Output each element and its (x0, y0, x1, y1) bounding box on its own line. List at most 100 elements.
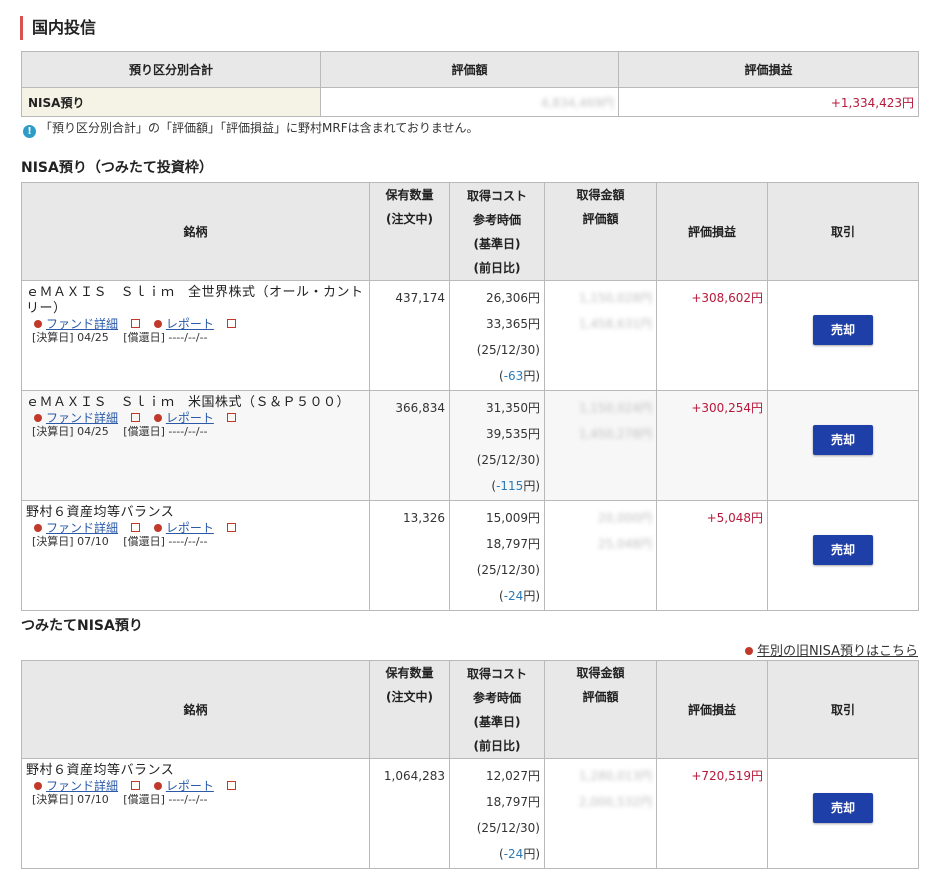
external-window-icon (131, 781, 141, 790)
acq-cost: 26,306円 (486, 291, 540, 305)
eval-amount: 2,000,532円 (578, 795, 652, 809)
fund-detail-link[interactable]: ファンド詳細 (46, 411, 118, 425)
report-link[interactable]: レポート (166, 411, 214, 425)
qty: 13,326 (369, 500, 450, 611)
day-change: (-63円) (499, 369, 540, 383)
summary-row-label: NISA預り (21, 87, 321, 117)
fund-cell: ｅＭＡＸＩＳ Ｓｌｉｍ 全世界株式（オール・カントリー） ファンド詳細 レポート… (21, 280, 370, 391)
header-qty: 保有数量 (注文中) (369, 182, 450, 281)
eval-amount: 25,048円 (598, 537, 652, 551)
day-change: (-24円) (499, 847, 540, 861)
fund-name: ｅＭＡＸＩＳ Ｓｌｉｍ 米国株式（Ｓ＆Ｐ５００） (26, 395, 351, 410)
external-window-icon (226, 781, 236, 790)
summary-note: ! 「預り区分別合計」の「評価額」「評価損益」に野村MRFは含まれておりません。 (23, 120, 479, 138)
cost-cell: 26,306円 33,365円 (25/12/30) (-63円) (449, 280, 545, 391)
header-qty: 保有数量 (注文中) (369, 660, 450, 759)
amount-cell: 1,150,028円 1,458,631円 (544, 280, 657, 391)
section-heading-tsumitate-nisa: つみたてNISA預り (21, 618, 143, 634)
fund-detail-link[interactable]: ファンド詳細 (46, 521, 118, 535)
ref-price: 18,797円 (486, 795, 540, 809)
arrow-bullet-icon (34, 782, 42, 790)
note-text: 「預り区分別合計」の「評価額」「評価損益」に野村MRFは含まれておりません。 (40, 121, 479, 135)
report-link[interactable]: レポート (166, 521, 214, 535)
summary-pl: +1,334,423円 (618, 87, 919, 117)
ref-price: 33,365円 (486, 317, 540, 331)
cost-cell: 31,350円 39,535円 (25/12/30) (-115円) (449, 390, 545, 501)
external-window-icon (131, 319, 141, 328)
fund-detail-link[interactable]: ファンド詳細 (46, 779, 118, 793)
pl: +5,048円 (656, 500, 768, 611)
acq-cost: 31,350円 (486, 401, 540, 415)
old-nisa-link[interactable]: 年別の旧NISA預りはこちら (745, 640, 918, 659)
base-date: (25/12/30) (476, 563, 540, 577)
fund-cell: 野村６資産均等バランス ファンド詳細 レポート [決算日] 07/10 [償還日… (21, 758, 370, 869)
sell-button[interactable]: 売却 (813, 425, 873, 455)
holdings-table-nisa-tsumitate: 銘柄 保有数量 (注文中) 取得コスト 参考時価 (基準日) (前日比) 取得金額 評価額… (21, 182, 919, 611)
arrow-bullet-icon (34, 524, 42, 532)
amount-cell: 1,280,013円 2,000,532円 (544, 758, 657, 869)
sell-button[interactable]: 売却 (813, 315, 873, 345)
acq-cost: 12,027円 (486, 769, 540, 783)
header-pl: 評価損益 (656, 182, 768, 281)
trade-cell: 売却 (767, 280, 919, 391)
arrow-bullet-icon (745, 647, 754, 655)
arrow-bullet-icon (34, 320, 42, 328)
day-change: (-24円) (499, 589, 540, 603)
summary-table: 預り区分別合計 評価額 評価損益 NISA預り 4,834,469円 +1,33… (21, 51, 919, 117)
external-window-icon (226, 523, 236, 532)
arrow-bullet-icon (34, 414, 42, 422)
external-window-icon (226, 413, 236, 422)
summary-header-value: 評価額 (320, 51, 619, 88)
pl: +720,519円 (656, 758, 768, 869)
pl: +300,254円 (656, 390, 768, 501)
holdings-table-tsumitate-nisa: 銘柄 保有数量 (注文中) 取得コスト 参考時価 (基準日) (前日比) 取得金額 評価額… (21, 660, 919, 869)
section-heading-nisa-tsumitate: NISA預り（つみたて投資枠） (21, 160, 213, 176)
base-date: (25/12/30) (476, 343, 540, 357)
cost-cell: 15,009円 18,797円 (25/12/30) (-24円) (449, 500, 545, 611)
trade-cell: 売却 (767, 390, 919, 501)
table-row: ｅＭＡＸＩＳ Ｓｌｉｍ 全世界株式（オール・カントリー） ファンド詳細 レポート… (21, 280, 919, 391)
ref-price: 39,535円 (486, 427, 540, 441)
qty: 1,064,283 (369, 758, 450, 869)
table-row: ｅＭＡＸＩＳ Ｓｌｉｍ 米国株式（Ｓ＆Ｐ５００） ファンド詳細 レポート [決算… (21, 390, 919, 501)
header-trade: 取引 (767, 182, 919, 281)
sell-button[interactable]: 売却 (813, 535, 873, 565)
report-link[interactable]: レポート (166, 779, 214, 793)
fund-dates: [決算日] 07/10 [償還日] ----/--/-- (32, 535, 208, 548)
fund-name: 野村６資産均等バランス (26, 505, 175, 520)
fund-name: 野村６資産均等バランス (26, 763, 175, 778)
trade-cell: 売却 (767, 500, 919, 611)
acq-amount: 1,150,024円 (578, 401, 652, 415)
arrow-bullet-icon (153, 524, 162, 532)
qty: 366,834 (369, 390, 450, 501)
fund-cell: ｅＭＡＸＩＳ Ｓｌｉｍ 米国株式（Ｓ＆Ｐ５００） ファンド詳細 レポート [決算… (21, 390, 370, 501)
page-title: 国内投信 (20, 16, 96, 40)
external-window-icon (226, 319, 236, 328)
header-pl: 評価損益 (656, 660, 768, 759)
acq-cost: 15,009円 (486, 511, 540, 525)
pl: +308,602円 (656, 280, 768, 391)
header-cost: 取得コスト 参考時価 (基準日) (前日比) (449, 660, 545, 759)
base-date: (25/12/30) (476, 821, 540, 835)
header-fund: 銘柄 (21, 182, 370, 281)
trade-cell: 売却 (767, 758, 919, 869)
table-row: 野村６資産均等バランス ファンド詳細 レポート [決算日] 07/10 [償還日… (21, 500, 919, 611)
fund-detail-link[interactable]: ファンド詳細 (46, 317, 118, 331)
eval-amount: 1,450,278円 (578, 427, 652, 441)
header-amount: 取得金額 評価額 (544, 182, 657, 281)
external-window-icon (131, 413, 141, 422)
header-cost: 取得コスト 参考時価 (基準日) (前日比) (449, 182, 545, 281)
header-fund: 銘柄 (21, 660, 370, 759)
external-window-icon (131, 523, 141, 532)
amount-cell: 1,150,024円 1,450,278円 (544, 390, 657, 501)
eval-amount: 1,458,631円 (578, 317, 652, 331)
acq-amount: 1,280,013円 (578, 769, 652, 783)
sell-button[interactable]: 売却 (813, 793, 873, 823)
arrow-bullet-icon (153, 320, 162, 328)
fund-dates: [決算日] 07/10 [償還日] ----/--/-- (32, 793, 208, 806)
acq-amount: 20,000円 (598, 511, 652, 525)
report-link[interactable]: レポート (166, 317, 214, 331)
qty: 437,174 (369, 280, 450, 391)
amount-cell: 20,000円 25,048円 (544, 500, 657, 611)
header-trade: 取引 (767, 660, 919, 759)
